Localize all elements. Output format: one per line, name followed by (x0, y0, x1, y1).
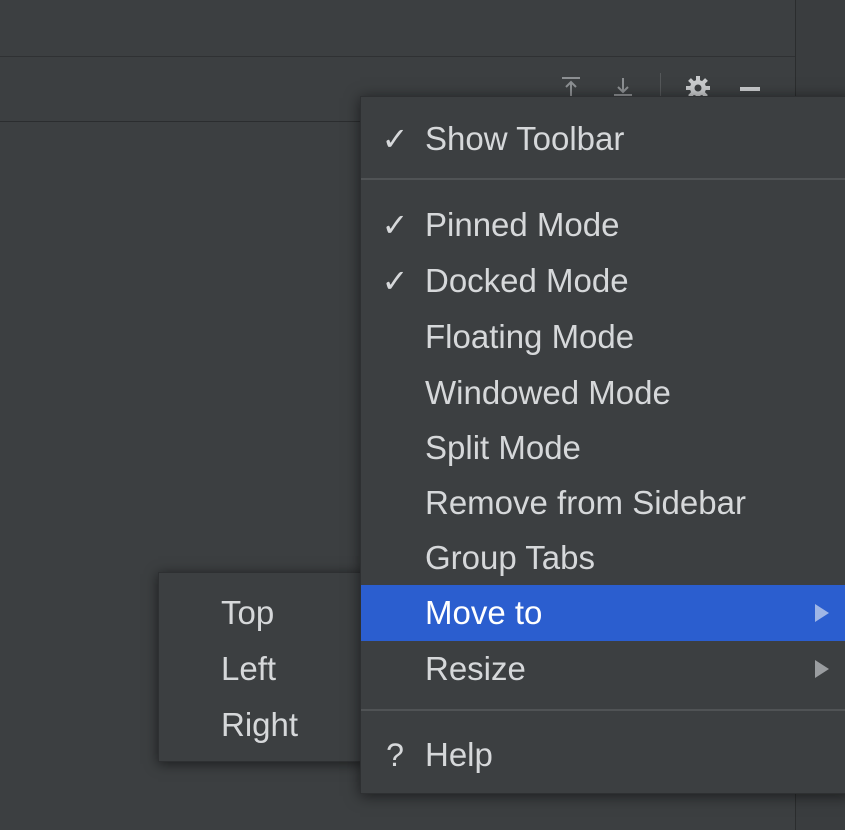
submenu-item-top[interactable]: Top (159, 585, 365, 641)
menu-item-label: Help (425, 736, 493, 773)
menu-item-resize[interactable]: Resize (361, 641, 845, 697)
menu-item-label: Pinned Mode (425, 206, 620, 243)
menu-item-label: Resize (425, 650, 526, 687)
menu-item-windowed-mode[interactable]: Windowed Mode (361, 365, 845, 421)
submenu-arrow-icon (815, 604, 829, 622)
menu-item-label: Windowed Mode (425, 374, 671, 411)
submenu-item-label: Top (221, 594, 275, 631)
submenu-item-label: Right (221, 706, 299, 743)
menu-item-show-toolbar[interactable]: ✓ Show Toolbar (361, 111, 845, 167)
tool-window-options-menu: ✓ Show Toolbar ✓ Pinned Mode ✓ Docked Mo… (360, 96, 845, 794)
menu-item-help[interactable]: ? Help (361, 727, 845, 783)
menu-item-group-tabs[interactable]: Group Tabs (361, 530, 845, 586)
submenu-item-label: Left (221, 650, 277, 687)
menu-item-label: Show Toolbar (425, 120, 625, 157)
menu-item-docked-mode[interactable]: ✓ Docked Mode (361, 253, 845, 309)
menu-separator (361, 178, 845, 180)
menu-item-label: Remove from Sidebar (425, 484, 746, 521)
menu-item-remove-from-sidebar[interactable]: Remove from Sidebar (361, 475, 845, 531)
ide-screen: Top Left Right ✓ Show Toolbar ✓ Pinned M… (0, 0, 845, 830)
menu-item-split-mode[interactable]: Split Mode (361, 420, 845, 476)
check-icon: ✓ (381, 263, 409, 299)
menu-item-floating-mode[interactable]: Floating Mode (361, 309, 845, 365)
menu-item-label: Group Tabs (425, 539, 595, 576)
menu-item-label: Move to (425, 594, 543, 631)
menu-item-label: Docked Mode (425, 262, 629, 299)
submenu-item-left[interactable]: Left (159, 641, 365, 697)
menu-item-pinned-mode[interactable]: ✓ Pinned Mode (361, 197, 845, 253)
menu-item-move-to[interactable]: Move to (361, 585, 845, 641)
submenu-arrow-icon (815, 660, 829, 678)
menu-item-label: Split Mode (425, 429, 581, 466)
move-to-submenu: Top Left Right (158, 572, 366, 762)
menu-item-label: Floating Mode (425, 318, 635, 355)
help-icon: ? (386, 736, 404, 773)
check-icon: ✓ (381, 121, 409, 157)
editor-top-strip (0, 0, 795, 57)
submenu-item-right[interactable]: Right (159, 697, 365, 753)
menu-separator (361, 709, 845, 711)
check-icon: ✓ (381, 207, 409, 243)
